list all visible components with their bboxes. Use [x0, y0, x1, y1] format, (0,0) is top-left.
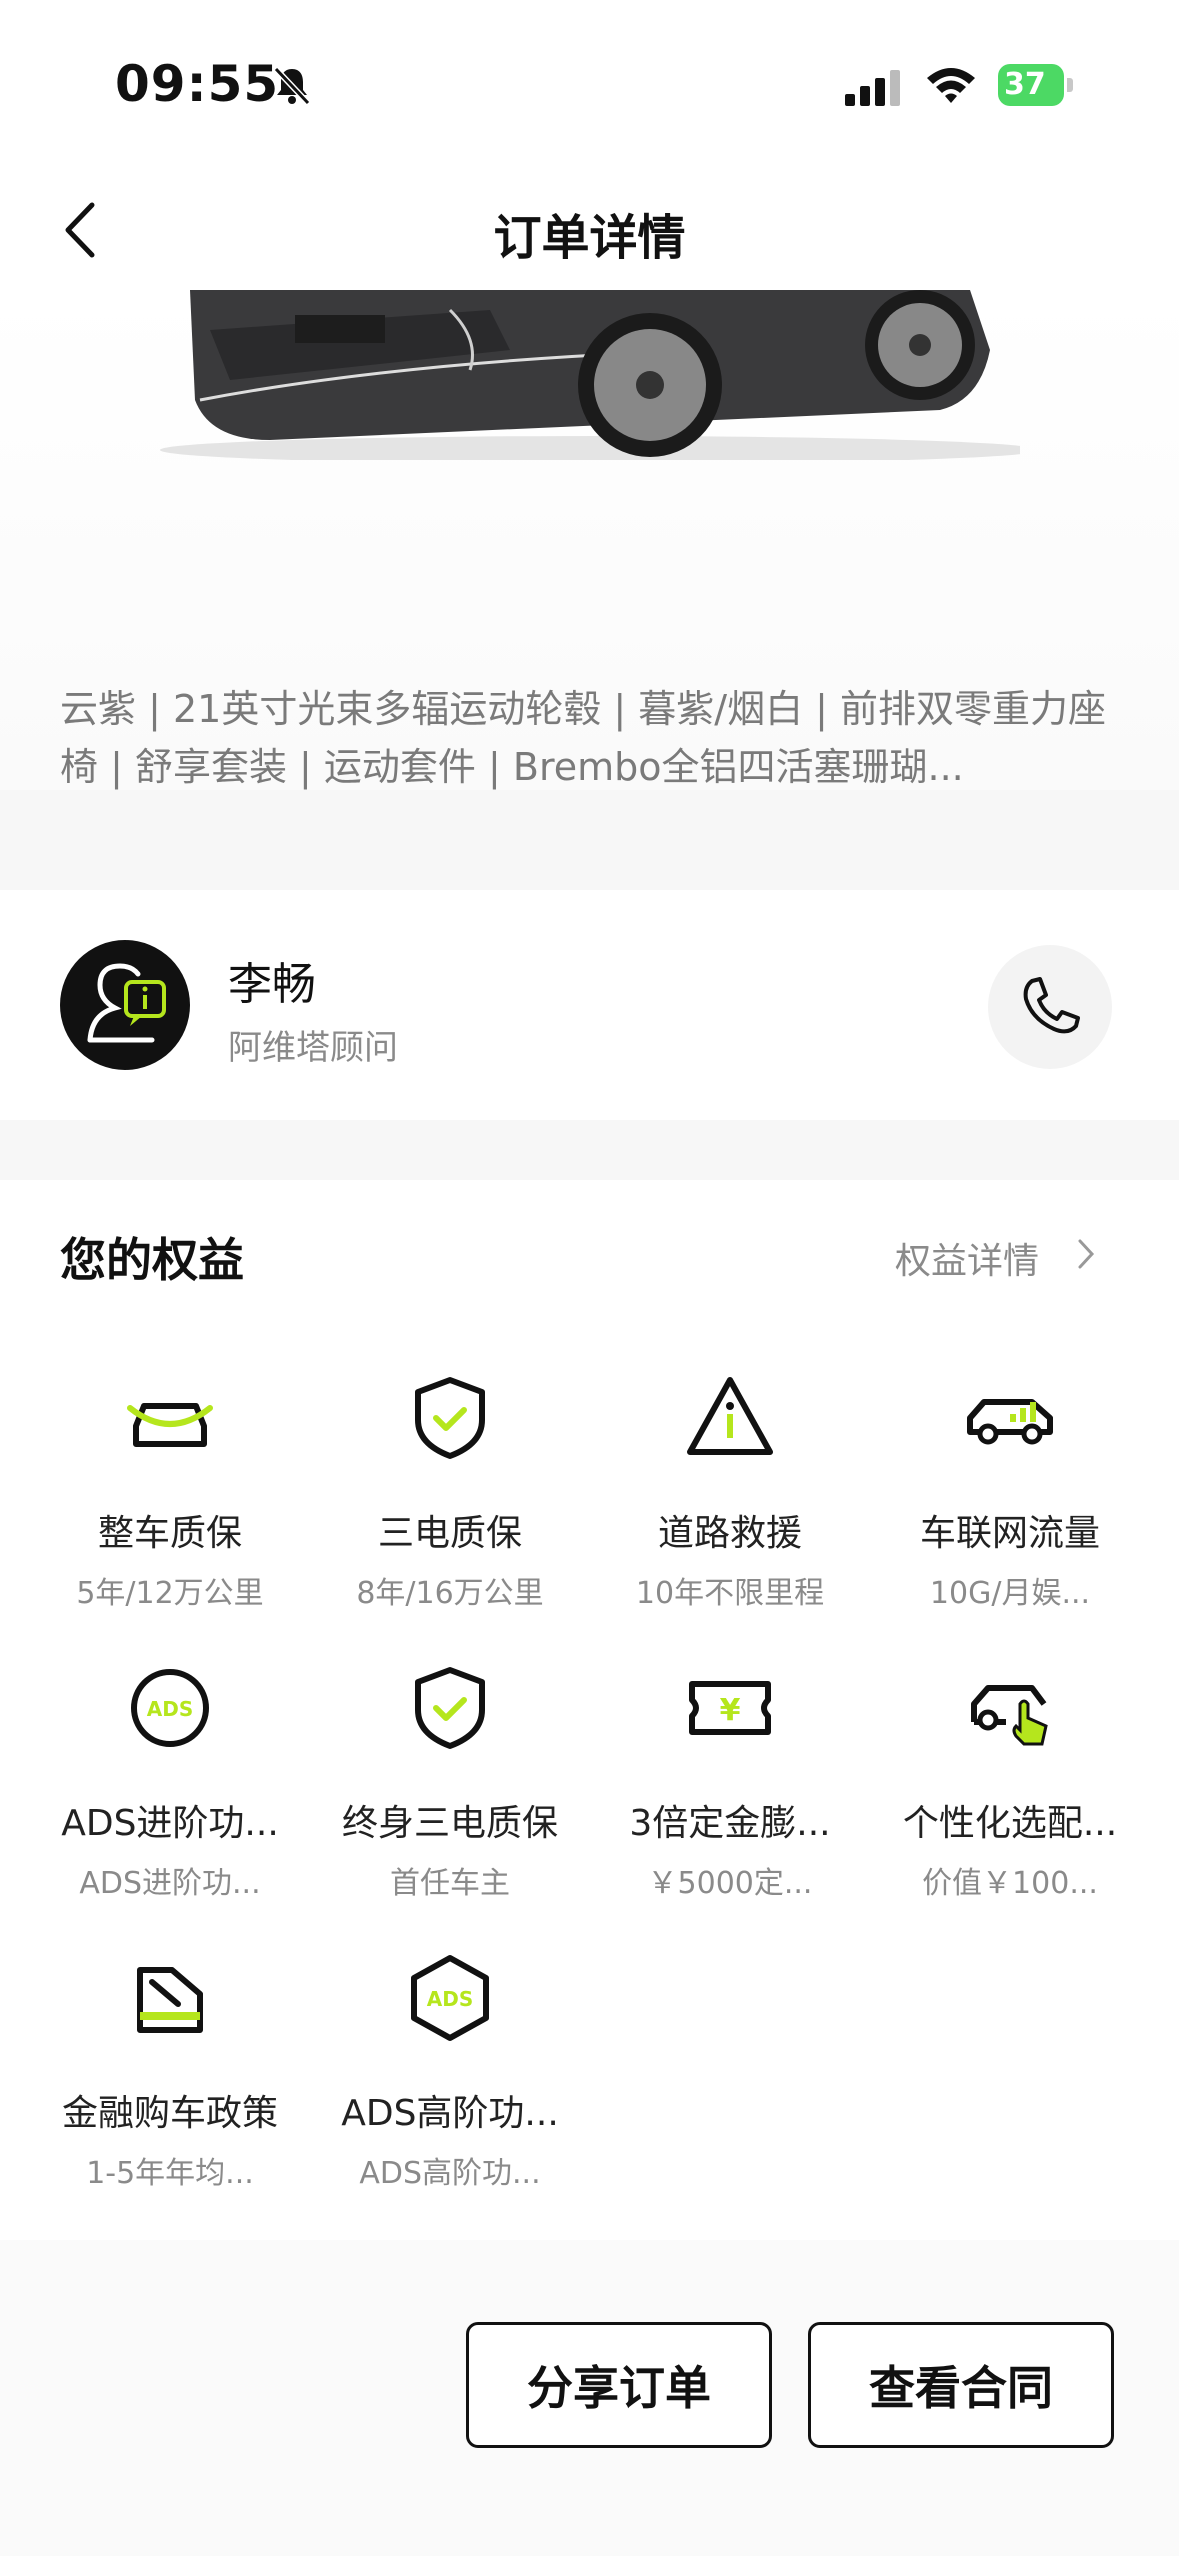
svg-text:¥: ¥: [720, 1693, 741, 1728]
benefit-item[interactable]: 车联网流量 10G/月娱...: [870, 1370, 1150, 1612]
svg-text:ADS: ADS: [147, 1697, 193, 1721]
benefit-label: 3倍定金膨...: [629, 1803, 831, 1844]
share-order-button[interactable]: 分享订单: [466, 2322, 772, 2448]
status-bar: 09:55 37: [0, 0, 1179, 170]
benefit-sub: 首任车主: [390, 1866, 510, 1901]
ads-circle-icon: ADS: [131, 1669, 209, 1747]
page-title: 订单详情: [493, 210, 686, 266]
car-front-icon: [127, 1403, 213, 1447]
benefit-label: 终身三电质保: [341, 1803, 558, 1844]
benefits-section: 您的权益 权益详情 整车质保 5年/12万公里 三电质保 8年/16万公里 道路…: [0, 1180, 1179, 2240]
benefit-item[interactable]: 个性化选配... 价值￥100...: [870, 1660, 1150, 1902]
ticket-yuan-icon: ¥: [689, 1681, 771, 1735]
benefit-item[interactable]: 终身三电质保 首任车主: [310, 1660, 590, 1902]
benefit-item[interactable]: ADS ADS进阶功... ADS进阶功...: [30, 1660, 310, 1902]
benefit-item[interactable]: 道路救援 10年不限里程: [590, 1370, 870, 1612]
benefit-sub: ADS高阶功...: [359, 2156, 541, 2191]
ads-hexagon-icon: ADS: [411, 1955, 489, 2041]
bottom-action-bar: 分享订单 查看合同: [0, 2240, 1179, 2556]
benefit-sub: 8年/16万公里: [356, 1576, 544, 1611]
advisor-card: 李畅 阿维塔顾问: [0, 890, 1179, 1120]
cellular-signal-icon: [845, 70, 900, 106]
benefit-sub: 10G/月娱...: [929, 1576, 1091, 1611]
car-image: [160, 290, 1020, 460]
hand-card-icon: [137, 1967, 203, 2033]
benefit-label: 三电质保: [377, 1513, 522, 1554]
benefit-item[interactable]: ¥ 3倍定金膨... ￥5000定...: [590, 1660, 870, 1902]
svg-text:ADS: ADS: [427, 1987, 473, 2011]
benefit-item[interactable]: 整车质保 5年/12万公里: [30, 1370, 310, 1612]
benefit-label: 整车质保: [97, 1513, 242, 1554]
benefit-item[interactable]: 三电质保 8年/16万公里: [310, 1370, 590, 1612]
shield-check-icon: [415, 1377, 485, 1459]
benefits-detail-link[interactable]: 权益详情: [895, 1232, 1039, 1284]
benefit-label: 个性化选配...: [902, 1803, 1118, 1844]
nav-bar: 订单详情: [0, 170, 1179, 290]
phone-icon: [1023, 977, 1080, 1034]
battery-level: 37: [998, 64, 1064, 106]
battery-indicator: 37: [998, 64, 1074, 106]
car-config-summary: 云紫 | 21英寸光束多辐运动轮毂 | 暮紫/烟白 | 前排双零重力座椅 | 舒…: [60, 687, 1107, 789]
benefit-sub: 1-5年年均...: [86, 2156, 254, 2191]
car-signal-icon: [967, 1399, 1053, 1445]
benefit-sub: ￥5000定...: [647, 1866, 813, 1901]
benefits-title: 您的权益: [60, 1233, 244, 1287]
benefit-label: 金融购车政策: [61, 2093, 278, 2134]
advisor-role: 阿维塔顾问: [228, 1028, 398, 1068]
call-advisor-button[interactable]: [988, 945, 1112, 1069]
benefit-sub: ADS进阶功...: [79, 1866, 261, 1901]
advisor-name: 李畅: [228, 959, 316, 1010]
advisor-avatar: [60, 940, 190, 1070]
benefit-item[interactable]: ADS ADS高阶功... ADS高阶功...: [310, 1950, 590, 2192]
warning-triangle-icon: [687, 1377, 773, 1455]
bell-muted-icon: [273, 66, 311, 106]
car-tap-icon: [971, 1685, 1048, 1746]
benefit-label: 车联网流量: [919, 1513, 1100, 1554]
advisor-info-icon: [87, 963, 166, 1043]
wifi-icon: [927, 68, 975, 103]
view-contract-button[interactable]: 查看合同: [808, 2322, 1114, 2448]
shield-check-icon: [415, 1667, 485, 1749]
benefit-item[interactable]: 金融购车政策 1-5年年均...: [30, 1950, 310, 2192]
benefit-sub: 5年/12万公里: [76, 1576, 264, 1611]
benefit-label: ADS进阶功...: [61, 1803, 279, 1844]
benefit-label: ADS高阶功...: [341, 2093, 559, 2134]
benefit-sub: 价值￥100...: [922, 1866, 1098, 1901]
status-time: 09:55: [115, 55, 280, 113]
benefit-label: 道路救援: [657, 1513, 802, 1554]
benefit-sub: 10年不限里程: [635, 1576, 825, 1611]
chevron-right-icon[interactable]: [1075, 1236, 1097, 1272]
